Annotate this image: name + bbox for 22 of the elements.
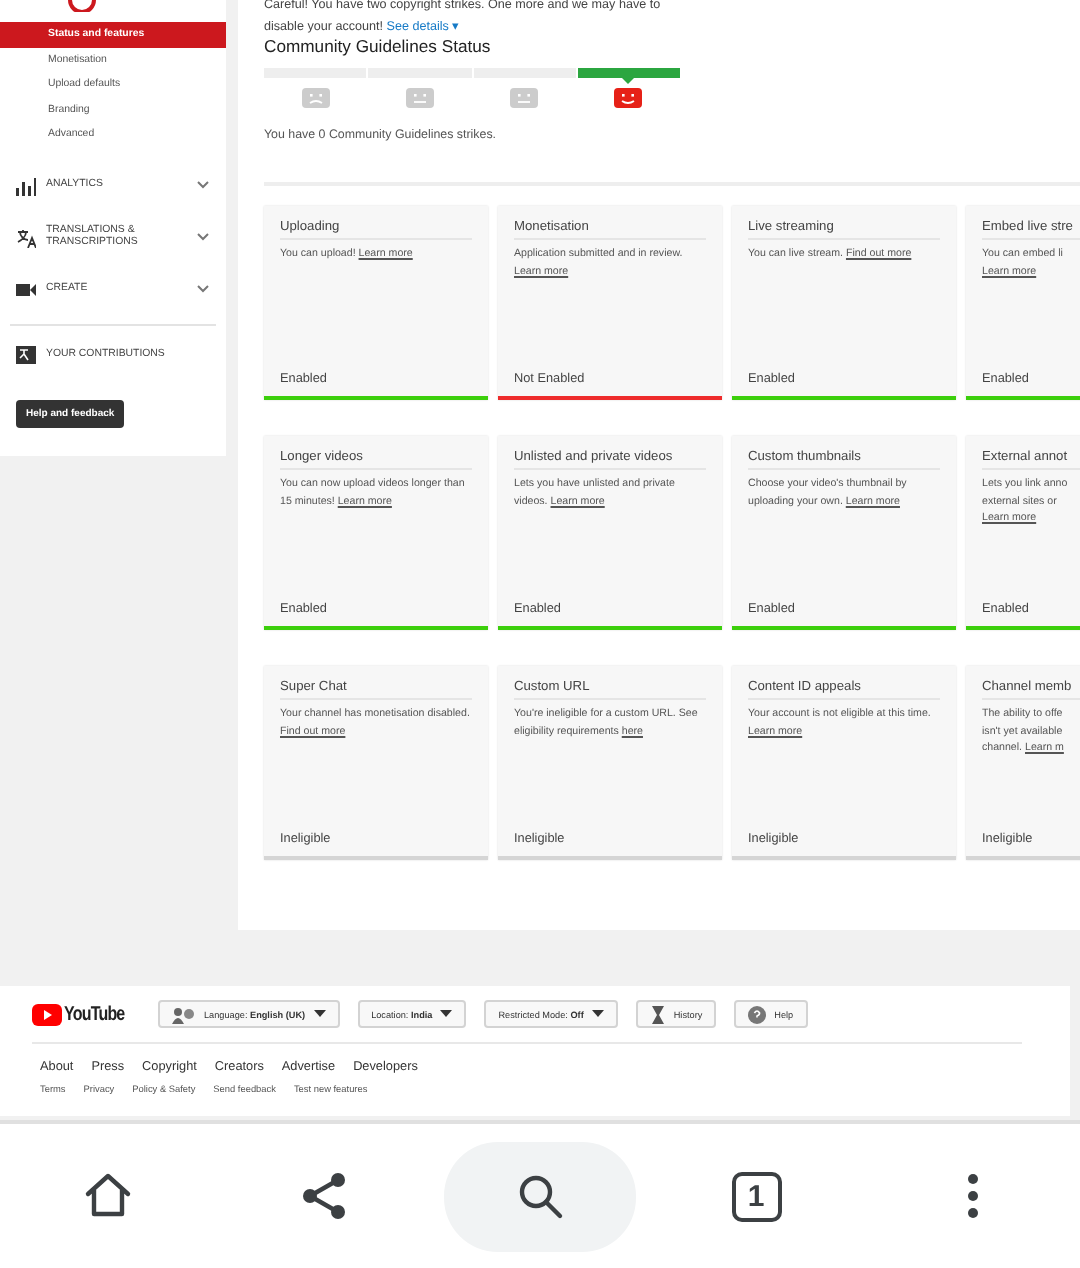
youtube-logo[interactable]: YouTube — [32, 1003, 140, 1025]
hourglass-icon — [649, 1005, 666, 1023]
help-icon — [748, 1005, 767, 1023]
section-title: Community Guidelines Status — [264, 36, 493, 56]
face-icon — [406, 88, 434, 108]
search-icon — [514, 1170, 566, 1222]
people-icon — [172, 1005, 196, 1023]
more-icon — [967, 1174, 977, 1218]
logo-icon — [68, 0, 96, 12]
chevron-down-icon — [196, 284, 210, 294]
bar-chart-icon — [16, 175, 36, 195]
face-icon — [510, 88, 538, 108]
home-icon — [82, 1170, 134, 1222]
face-icon — [614, 88, 642, 108]
video-camera-icon — [16, 279, 36, 299]
share-icon — [298, 1170, 350, 1222]
translate-icon — [16, 345, 36, 365]
translate-icon — [16, 227, 36, 247]
chevron-down-icon — [196, 180, 210, 190]
face-icon — [302, 88, 330, 108]
chevron-down-icon — [196, 232, 210, 242]
play-icon — [32, 1003, 62, 1025]
